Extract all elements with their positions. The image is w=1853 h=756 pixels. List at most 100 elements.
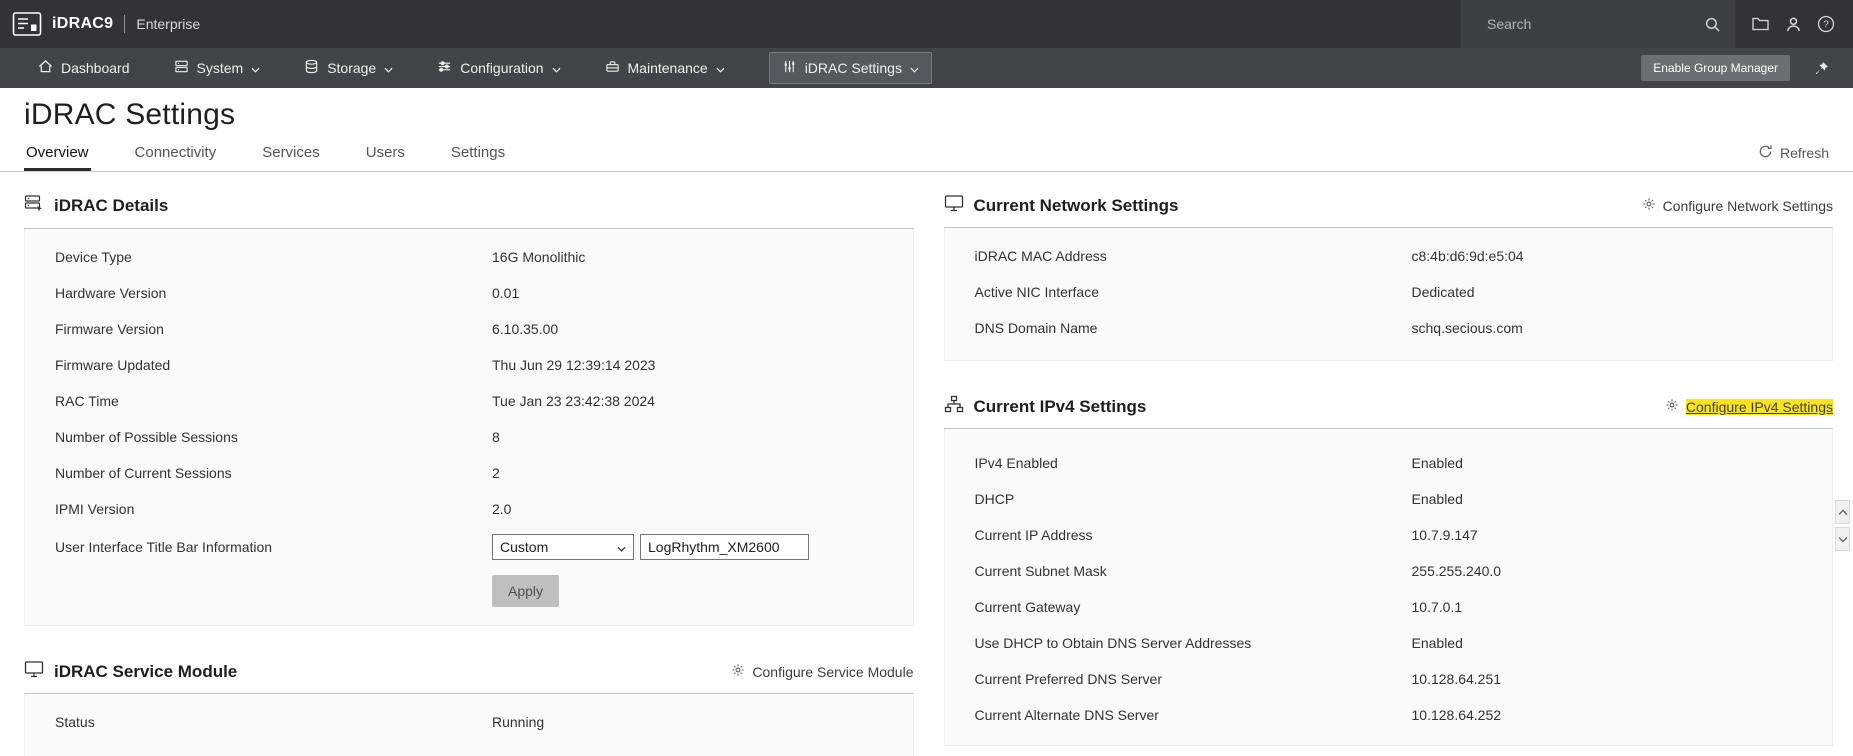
detail-row: Firmware Version 6.10.35.00 (55, 321, 559, 337)
nav-item-label: Storage (327, 60, 377, 76)
highlighted-link-text: Configure IPv4 Settings (1685, 398, 1833, 415)
detail-row: Use DHCP to Obtain DNS Server Addresses … (974, 635, 1463, 651)
configure-network-settings-link[interactable]: Configure Network Settings (1642, 197, 1833, 214)
folder-icon[interactable] (1751, 16, 1770, 32)
gear-icon (1665, 398, 1679, 415)
refresh-label: Refresh (1779, 145, 1829, 161)
nav-item-maintenance[interactable]: Maintenance (605, 59, 725, 77)
brand-name: iDRAC9 (52, 15, 114, 32)
edition-label: Enterprise (136, 16, 201, 32)
detail-row: Number of Current Sessions 2 (55, 465, 500, 481)
card-title: Current IPv4 Settings (973, 396, 1147, 416)
title-bar-mode-select[interactable]: Custom (492, 534, 634, 560)
detail-row: DHCP Enabled (974, 491, 1463, 507)
left-column: iDRAC Details Device Type 16G Monolithic… (24, 186, 914, 756)
idrac-logo-icon (12, 9, 42, 39)
detail-row: Active NIC Interface Dedicated (974, 284, 1475, 300)
top-icon-group: ? (1735, 15, 1853, 33)
nav-item-idrac-settings[interactable]: iDRAC Settings (768, 52, 932, 84)
service-module-body: Status Running (24, 694, 914, 756)
detail-row: Current Alternate DNS Server 10.128.64.2… (974, 707, 1502, 723)
detail-row: Hardware Version 0.01 (55, 285, 520, 301)
detail-row: Status Running (55, 714, 545, 730)
brand-separator (124, 15, 126, 33)
home-icon (38, 59, 53, 77)
scroll-down-button[interactable] (1835, 527, 1850, 551)
ipv4-settings-card: Current IPv4 Settings Configure IPv4 Set… (943, 387, 1833, 746)
enable-group-manager-button[interactable]: Enable Group Manager (1641, 55, 1790, 81)
detail-row: IPv4 Enabled Enabled (974, 455, 1463, 471)
chevron-down-icon (617, 539, 626, 555)
nav-item-storage[interactable]: Storage (304, 59, 393, 77)
card-title: iDRAC Details (54, 196, 169, 215)
tab-connectivity[interactable]: Connectivity (133, 138, 219, 171)
tab-users[interactable]: Users (364, 138, 407, 171)
detail-row: Current IP Address 10.7.9.147 (974, 527, 1478, 543)
idrac-screen: iDRAC9 Enterprise Search ? Dashboard Sys… (0, 0, 1853, 756)
apply-button[interactable]: Apply (492, 575, 560, 607)
user-icon[interactable] (1785, 16, 1802, 33)
gear-icon (731, 663, 745, 680)
chevron-down-icon (251, 60, 260, 76)
svg-text:?: ? (1823, 20, 1829, 31)
top-bar: iDRAC9 Enterprise Search ? (0, 0, 1853, 48)
server-details-icon (24, 194, 44, 218)
scroll-up-button[interactable] (1835, 500, 1850, 524)
tab-bar: Overview Connectivity Services Users Set… (0, 138, 1853, 172)
main-nav: Dashboard System Storage Configuration M… (0, 48, 1853, 88)
nav-item-label: Configuration (460, 60, 544, 76)
pin-icon[interactable] (1814, 61, 1829, 76)
sitemap-icon (944, 395, 964, 418)
service-module-card: iDRAC Service Module Configure Service M… (24, 652, 914, 756)
search-input[interactable] (1487, 16, 1704, 32)
tab-overview[interactable]: Overview (24, 138, 91, 171)
nav-item-label: iDRAC Settings (804, 60, 902, 76)
content-area: iDRAC Details Device Type 16G Monolithic… (0, 172, 1853, 756)
nav-item-label: System (196, 60, 244, 76)
sliders-icon (437, 59, 452, 77)
page-title: iDRAC Settings (24, 98, 236, 131)
monitor-icon (24, 660, 44, 683)
settings-sliders-icon (782, 59, 797, 77)
ipv4-settings-body: IPv4 Enabled Enabled DHCP Enabled Curren… (943, 429, 1833, 746)
detail-row: Device Type 16G Monolithic (55, 249, 586, 265)
nav-item-system[interactable]: System (174, 59, 261, 77)
detail-row: Current Subnet Mask 255.255.240.0 (974, 563, 1502, 579)
help-icon[interactable]: ? (1817, 15, 1835, 33)
network-settings-card: Current Network Settings Configure Netwo… (943, 186, 1833, 361)
card-title: iDRAC Service Module (54, 661, 238, 681)
chevron-down-icon (384, 60, 393, 76)
storage-icon (304, 59, 319, 77)
detail-row: DNS Domain Name schq.secious.com (974, 320, 1523, 336)
title-bar-info-row: User Interface Title Bar Information Cus… (25, 527, 913, 567)
nav-item-configuration[interactable]: Configuration (437, 59, 561, 77)
chevron-down-icon (716, 60, 725, 76)
detail-row: Firmware Updated Thu Jun 29 12:39:14 202… (55, 357, 656, 373)
nav-right-group: Enable Group Manager (1641, 55, 1853, 81)
network-settings-body: iDRAC MAC Address c8:4b:d6:9d:e5:04 Acti… (943, 228, 1833, 361)
configure-service-module-link[interactable]: Configure Service Module (731, 663, 914, 680)
configure-ipv4-settings-link[interactable]: Configure IPv4 Settings (1665, 398, 1833, 415)
detail-row: iDRAC MAC Address c8:4b:d6:9d:e5:04 (974, 248, 1524, 264)
tab-settings[interactable]: Settings (449, 138, 507, 171)
search-icon[interactable] (1704, 16, 1721, 33)
right-column: Current Network Settings Configure Netwo… (943, 186, 1833, 756)
refresh-icon (1758, 144, 1773, 162)
tab-services[interactable]: Services (260, 138, 322, 171)
idrac-details-body: Device Type 16G Monolithic Hardware Vers… (24, 229, 914, 626)
detail-row: Current Preferred DNS Server 10.128.64.2… (974, 671, 1502, 687)
detail-row: RAC Time Tue Jan 23 23:42:38 2024 (55, 393, 655, 409)
title-bar-text-input[interactable] (640, 534, 809, 560)
nav-item-label: Maintenance (627, 60, 708, 76)
detail-row: Current Gateway 10.7.0.1 (974, 599, 1463, 615)
card-title: Current Network Settings (973, 195, 1179, 215)
refresh-button[interactable]: Refresh (1758, 144, 1829, 171)
chevron-down-icon (910, 60, 919, 76)
detail-row: Number of Possible Sessions 8 (55, 429, 500, 445)
chevron-down-icon (552, 60, 561, 76)
nav-item-label: Dashboard (61, 60, 130, 76)
toolbox-icon (605, 59, 620, 77)
server-icon (174, 59, 189, 77)
idrac-details-card: iDRAC Details Device Type 16G Monolithic… (24, 186, 914, 626)
nav-item-dashboard[interactable]: Dashboard (38, 59, 130, 77)
